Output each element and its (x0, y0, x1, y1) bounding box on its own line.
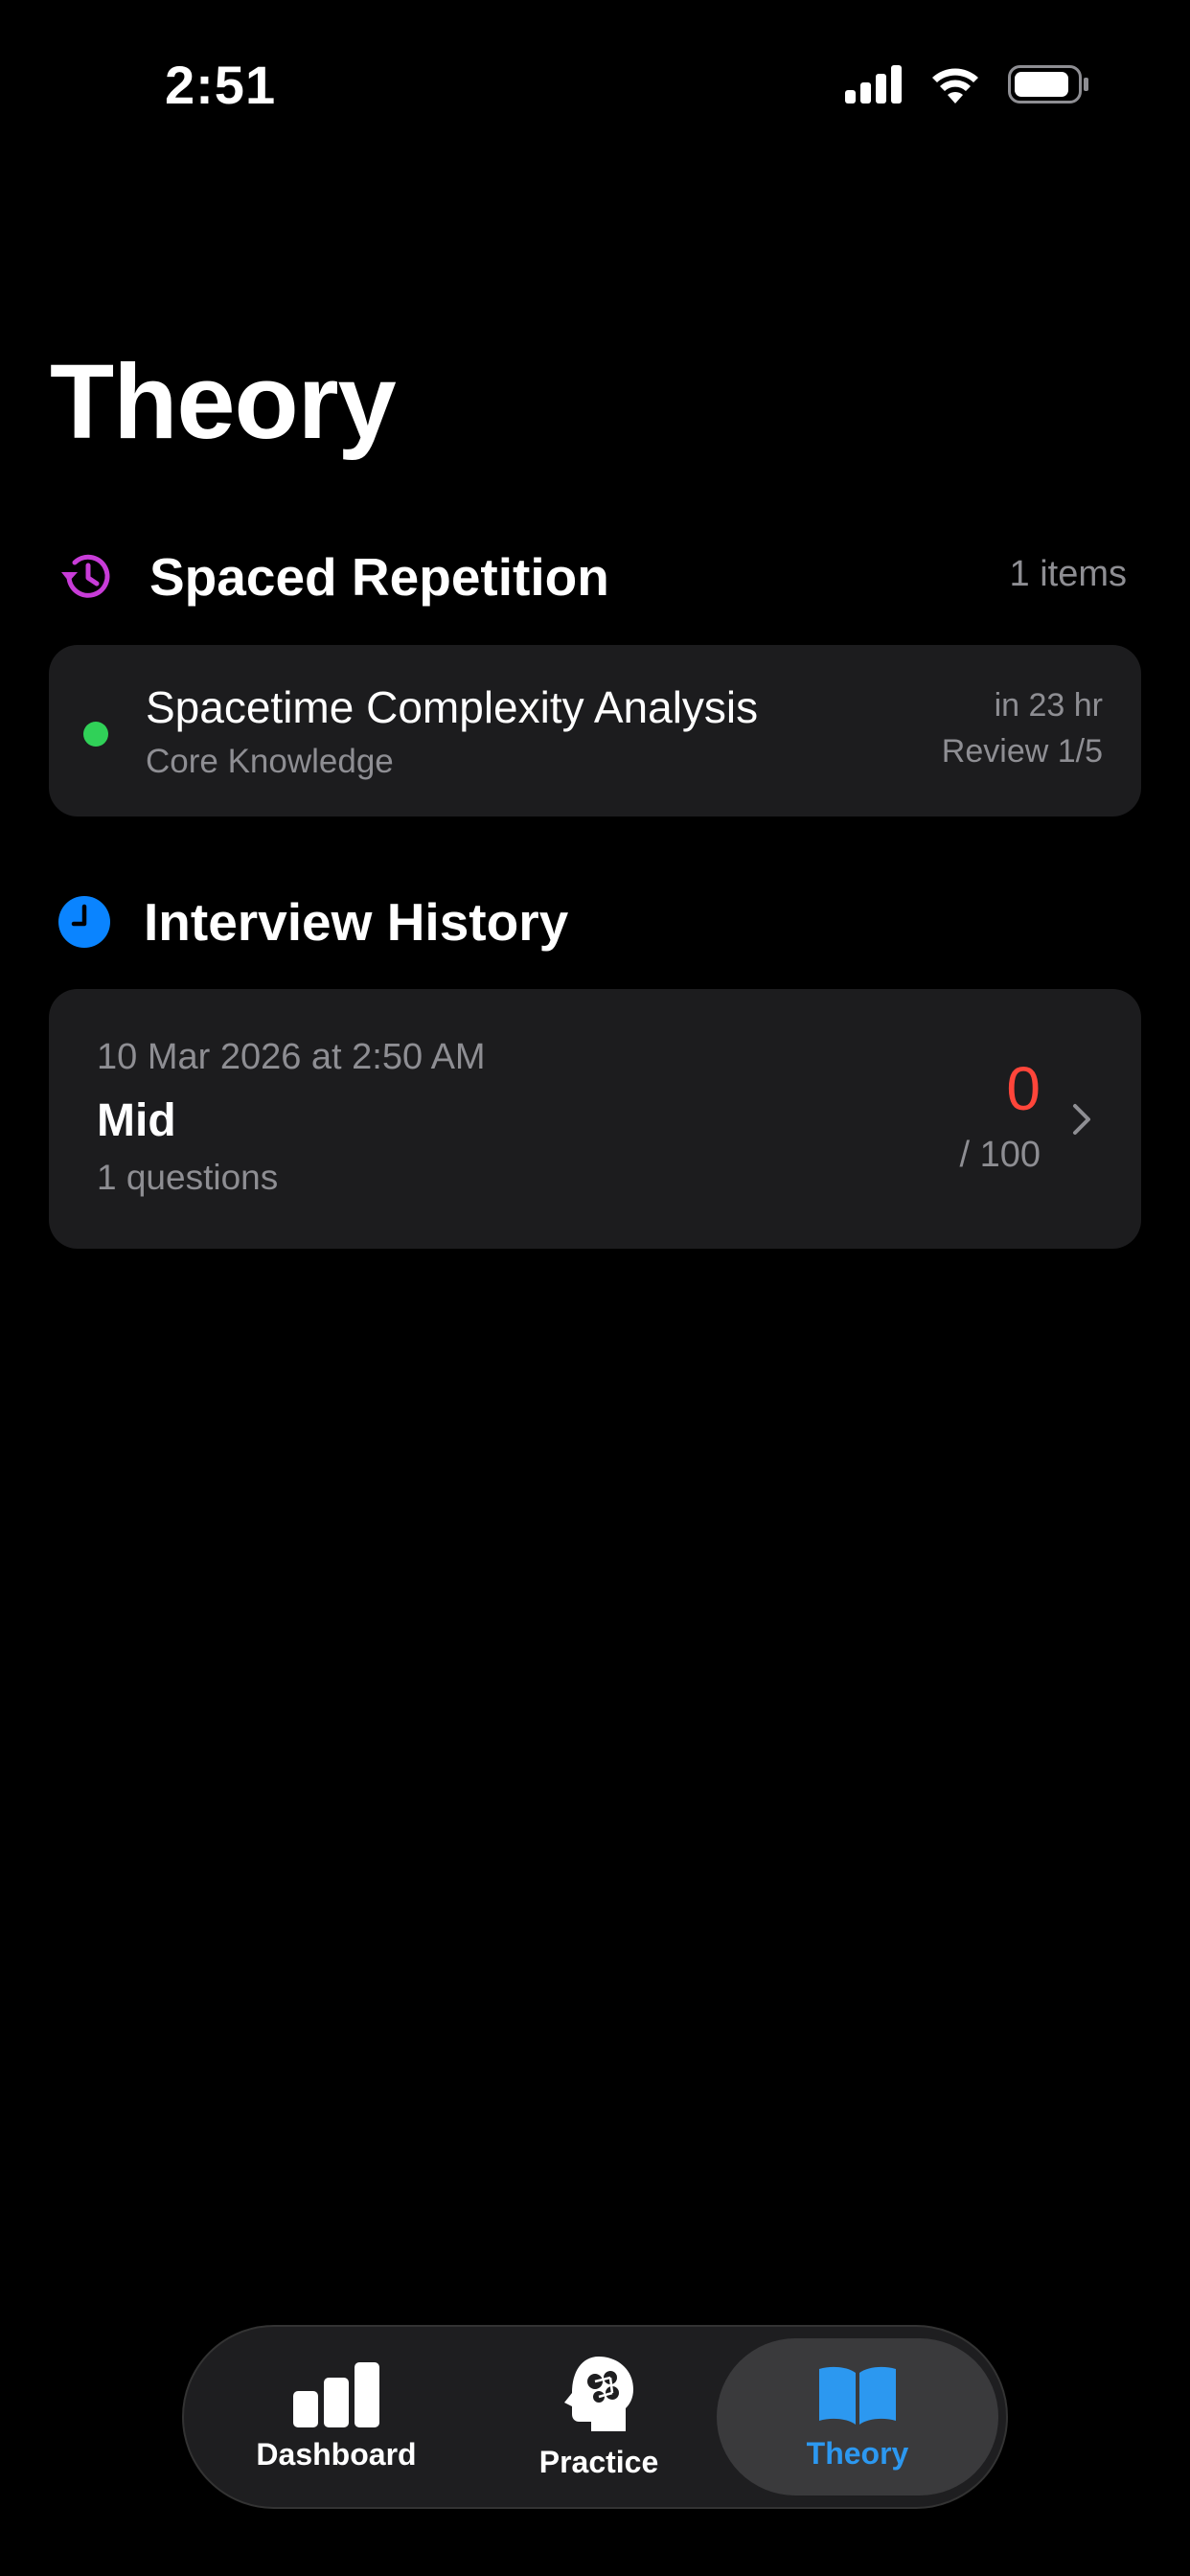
status-icons (845, 65, 1090, 104)
tab-practice[interactable]: Practice (484, 2327, 714, 2507)
wifi-icon (932, 68, 978, 104)
interview-date: 10 Mar 2026 at 2:50 AM (97, 1037, 486, 1077)
tab-label: Theory (806, 2435, 909, 2471)
status-bar: 2:51 (0, 0, 1190, 172)
tab-bar: Dashboard Practice Theory (182, 2325, 1008, 2509)
cellular-signal-icon (845, 65, 902, 104)
interview-history-item[interactable]: 10 Mar 2026 at 2:50 AM Mid 1 questions 0… (49, 989, 1141, 1249)
brain-head-icon (564, 2356, 633, 2431)
section-title-spaced-repetition: Spaced Repetition (149, 547, 609, 607)
interview-question-count: 1 questions (97, 1158, 279, 1197)
book-icon (819, 2366, 896, 2425)
chevron-right-icon (1073, 1104, 1090, 1135)
spaced-repetition-count: 1 items (1009, 554, 1127, 594)
interview-level: Mid (97, 1095, 176, 1146)
status-dot (83, 722, 108, 747)
tab-label: Dashboard (256, 2436, 417, 2472)
tab-theory[interactable]: Theory (743, 2327, 973, 2507)
history-icon (61, 554, 110, 598)
bar-chart-icon (293, 2361, 379, 2427)
page-title: Theory (50, 343, 397, 461)
section-title-interview-history: Interview History (144, 892, 569, 952)
item-title: Spacetime Complexity Analysis (146, 682, 759, 732)
spaced-repetition-header: Spaced Repetition (57, 546, 609, 608)
item-review-progress: Review 1/5 (941, 733, 1103, 770)
item-due-time: in 23 hr (994, 687, 1103, 724)
clock-icon (58, 896, 110, 948)
spaced-repetition-item[interactable]: Spacetime Complexity Analysis Core Knowl… (49, 645, 1141, 816)
tab-dashboard[interactable]: Dashboard (221, 2327, 451, 2507)
interview-score-total: / 100 (959, 1135, 1041, 1175)
battery-icon (1008, 65, 1088, 104)
item-subtitle: Core Knowledge (146, 743, 394, 780)
status-time: 2:51 (165, 55, 277, 115)
interview-score: 0 (1006, 1054, 1041, 1123)
interview-history-header: Interview History (57, 891, 568, 953)
tab-label: Practice (538, 2444, 659, 2479)
